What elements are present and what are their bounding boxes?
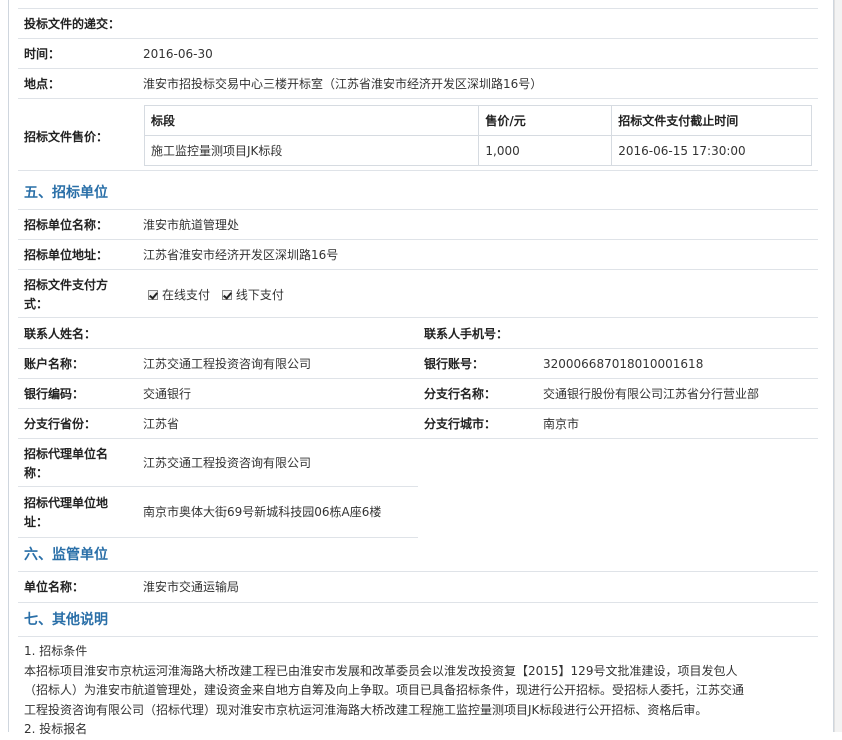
online-payment-label: 在线支付 bbox=[162, 288, 211, 302]
supervisor-unit-value: 淮安市交通运输局 bbox=[143, 580, 240, 594]
agent-name-label-line2: 称： bbox=[24, 466, 49, 480]
contact-name-label: 联系人姓名： bbox=[24, 327, 97, 341]
other-notes: 1. 招标条件 本招标项目淮安市京杭运河淮海路大桥改建工程已由淮安市发展和改革委… bbox=[24, 642, 814, 740]
account-name-label: 账户名称： bbox=[24, 357, 85, 371]
branch-province-value: 江苏省 bbox=[143, 417, 180, 431]
branch-name-value: 交通银行股份有限公司江苏省分行营业部 bbox=[543, 387, 760, 401]
online-payment-checkbox[interactable] bbox=[148, 290, 158, 300]
submission-heading: 投标文件的递交： bbox=[24, 17, 121, 31]
agent-name-value: 江苏交通工程投资咨询有限公司 bbox=[143, 456, 312, 470]
row-submission-heading bbox=[18, 9, 818, 39]
row-tenderer-address bbox=[18, 240, 818, 270]
table-row: 施工监控量测项目JK标段 1,000 2016-06-15 17:30:00 bbox=[143, 135, 812, 166]
row-payment-method bbox=[18, 270, 818, 318]
price-header-lot: 标段 bbox=[143, 105, 480, 136]
row-branch-location bbox=[18, 409, 818, 439]
offline-payment-label: 线下支付 bbox=[235, 288, 284, 302]
section-title-tenderer: 五、招标单位 bbox=[24, 185, 108, 201]
row-divider bbox=[18, 636, 818, 637]
notes-line: 工程投资咨询有限公司（招标代理）现对淮安市京杭运河淮海路大桥改建工程施工监控量测… bbox=[24, 702, 708, 717]
notes-line: （招标人）为淮安市航道管理处，建设资金来自地方自筹及向上争取。项目已具备招标条件… bbox=[24, 683, 745, 697]
price-label: 招标文件售价： bbox=[24, 130, 109, 144]
price-table-header: 标段 售价/元 招标文件支付截止时间 bbox=[143, 105, 812, 136]
row-divider bbox=[18, 0, 818, 9]
bank-account-value: 320006687018010001618 bbox=[543, 357, 704, 371]
bank-code-value: 交通银行 bbox=[143, 387, 192, 401]
payment-options: 在线支付 线下支付 bbox=[148, 286, 284, 304]
bank-account-label: 银行账号： bbox=[424, 357, 485, 371]
offline-payment-checkbox[interactable] bbox=[221, 290, 232, 300]
tenderer-name-value: 淮安市航道管理处 bbox=[143, 218, 240, 232]
row-supervisor-unit bbox=[18, 572, 818, 603]
location-label: 地点： bbox=[24, 77, 61, 91]
supervisor-unit-label: 单位名称： bbox=[24, 580, 85, 594]
tenderer-address-label: 招标单位地址： bbox=[24, 248, 109, 262]
branch-name-label: 分支行名称： bbox=[424, 387, 497, 401]
payment-method-label-line1: 招标文件支付方 bbox=[24, 278, 109, 292]
agent-address-label-line2: 址： bbox=[24, 515, 49, 529]
payment-method-label-line2: 式： bbox=[24, 297, 49, 311]
price-header-deadline: 招标文件支付截止时间 bbox=[611, 105, 812, 136]
item-1-title: 1. 招标条件 bbox=[24, 644, 88, 658]
item-2-title: 2. 投标报名 bbox=[24, 722, 88, 736]
agent-address-label-line1: 招标代理单位地 bbox=[24, 496, 109, 510]
account-name-value: 江苏交通工程投资咨询有限公司 bbox=[143, 357, 312, 371]
scrollbar[interactable] bbox=[834, 0, 842, 732]
tenderer-name-label: 招标单位名称： bbox=[24, 218, 109, 232]
row-tenderer-name bbox=[18, 210, 818, 240]
price-table: 标段 售价/元 招标文件支付截止时间 施工监控量测项目JK标段 1,000 20… bbox=[143, 105, 812, 166]
bank-code-label: 银行编码： bbox=[24, 387, 85, 401]
agent-address-value: 南京市奥体大街69号新城科技园06栋A座6楼 bbox=[143, 505, 382, 519]
time-label: 时间： bbox=[24, 47, 61, 61]
branch-province-label: 分支行省份： bbox=[24, 417, 97, 431]
row-contact bbox=[18, 318, 818, 349]
price-cell-price: 1,000 bbox=[478, 135, 613, 166]
time-value: 2016-06-30 bbox=[143, 47, 213, 61]
contact-mobile-label: 联系人手机号： bbox=[424, 327, 509, 341]
section-title-other: 七、其他说明 bbox=[24, 612, 108, 628]
tenderer-address-value: 江苏省淮安市经济开发区深圳路16号 bbox=[143, 248, 339, 262]
agent-name-label-line1: 招标代理单位名 bbox=[24, 447, 109, 461]
price-cell-deadline: 2016-06-15 17:30:00 bbox=[611, 135, 812, 166]
branch-city-label: 分支行城市： bbox=[424, 417, 497, 431]
location-value: 淮安市招投标交易中心三楼开标室（江苏省淮安市经济开发区深圳路16号） bbox=[143, 77, 543, 91]
price-header-price: 售价/元 bbox=[478, 105, 613, 136]
section-title-supervisor: 六、监管单位 bbox=[24, 547, 108, 563]
branch-city-value: 南京市 bbox=[543, 417, 580, 431]
price-cell-lot: 施工监控量测项目JK标段 bbox=[143, 135, 480, 166]
notes-line: 本招标项目淮安市京杭运河淮海路大桥改建工程已由淮安市发展和改革委员会以淮发改投资… bbox=[24, 663, 738, 678]
row-time bbox=[18, 39, 818, 69]
